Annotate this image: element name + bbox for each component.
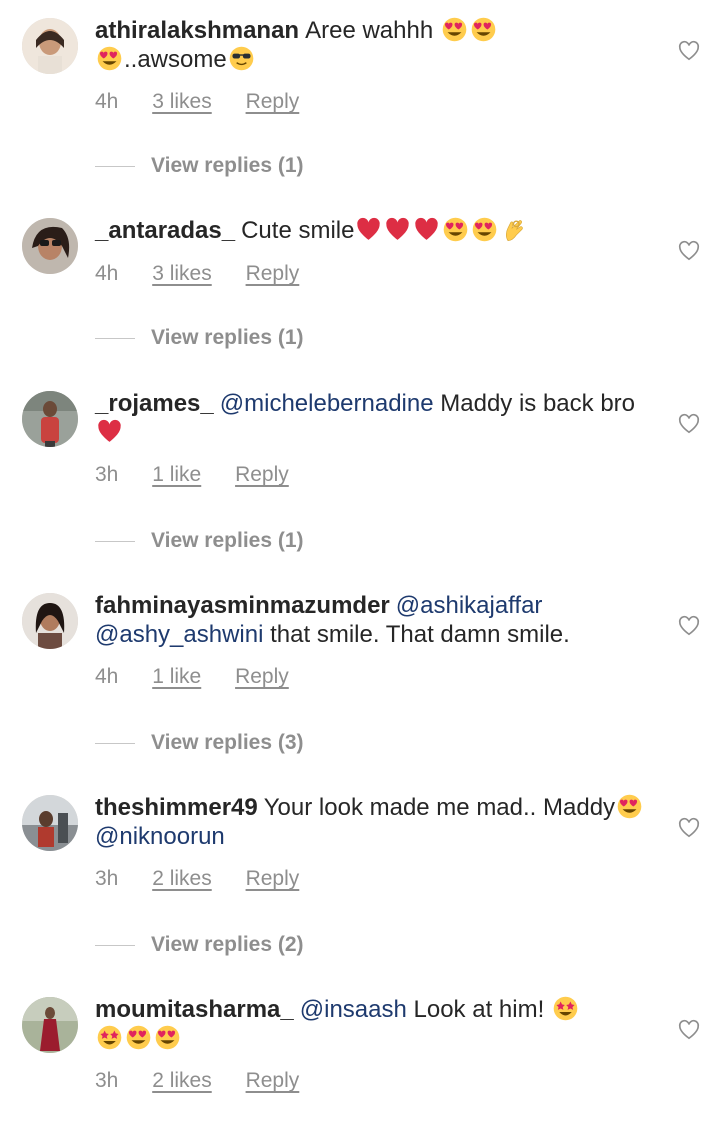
reply-button[interactable]: Reply [246, 262, 300, 285]
like-heart-icon[interactable] [678, 40, 700, 62]
like-heart-icon[interactable] [678, 413, 700, 435]
avatar-image [22, 795, 78, 851]
username[interactable]: _rojames_ [95, 390, 214, 417]
timestamp: 3h [95, 867, 119, 890]
comment-meta: 3h 1 like Reply [95, 463, 317, 487]
star-struck-emoji-icon [553, 996, 578, 1021]
divider-line [95, 165, 135, 167]
comment-text: fahminayasminmazumder @ashikajaffar @ashy… [95, 591, 655, 649]
avatar[interactable] [22, 391, 78, 447]
heart-eyes-emoji-icon [126, 1025, 151, 1050]
timestamp: 3h [95, 463, 119, 486]
heart-eyes-emoji-icon [617, 794, 642, 819]
avatar-image [22, 593, 78, 649]
comment-text: moumitasharma_ @insaash Look at him! [95, 995, 655, 1053]
view-replies-button[interactable]: View replies (2) [95, 933, 304, 957]
avatar[interactable] [22, 593, 78, 649]
view-replies-button[interactable]: View replies (1) [95, 326, 304, 350]
comment-meta: 4h 3 likes Reply [95, 90, 327, 114]
mention-link[interactable]: @insaash [300, 996, 407, 1023]
comment-body: Maddy is back bro [440, 390, 636, 417]
heart-eyes-emoji-icon [472, 217, 497, 242]
heart-eyes-emoji-icon [155, 1025, 180, 1050]
view-replies-button[interactable]: View replies (3) [95, 731, 304, 755]
likes-link[interactable]: 3 likes [152, 90, 212, 113]
comment-body: Cute smile [241, 217, 355, 244]
red-heart-emoji-icon [414, 217, 439, 242]
comment-body: Look at him! [413, 996, 545, 1023]
reply-button[interactable]: Reply [246, 90, 300, 113]
timestamp: 4h [95, 90, 119, 113]
username[interactable]: moumitasharma_ [95, 996, 294, 1023]
divider-line [95, 742, 135, 744]
timestamp: 4h [95, 665, 119, 688]
avatar[interactable] [22, 795, 78, 851]
like-heart-icon[interactable] [678, 1019, 700, 1041]
comment-text: athiralakshmanan Aree wahhh ..awsome [95, 16, 655, 74]
view-replies-label: View replies (1) [151, 154, 304, 177]
avatar-image [22, 391, 78, 447]
divider-line [95, 540, 135, 542]
avatar-image [22, 218, 78, 274]
reply-button[interactable]: Reply [246, 867, 300, 890]
divider-line [95, 337, 135, 339]
like-heart-icon[interactable] [678, 240, 700, 262]
like-heart-icon[interactable] [678, 817, 700, 839]
username[interactable]: _antaradas_ [95, 217, 235, 244]
avatar-image [22, 18, 78, 74]
sunglasses-emoji-icon [229, 46, 254, 71]
comment-meta: 4h 1 like Reply [95, 665, 317, 689]
view-replies-label: View replies (3) [151, 731, 304, 754]
comment-body-2: ..awsome [124, 46, 227, 73]
username[interactable]: fahminayasminmazumder [95, 592, 390, 619]
mention-link[interactable]: @ashikajaffar [396, 592, 543, 619]
star-struck-emoji-icon [97, 1025, 122, 1050]
red-heart-emoji-icon [385, 217, 410, 242]
avatar[interactable] [22, 997, 78, 1053]
mention-link-2[interactable]: @ashy_ashwini [95, 621, 263, 648]
like-heart-icon[interactable] [678, 615, 700, 637]
comment-body: Aree wahhh [305, 17, 434, 44]
likes-link[interactable]: 3 likes [152, 262, 212, 285]
view-replies-label: View replies (1) [151, 326, 304, 349]
likes-link[interactable]: 1 like [152, 463, 201, 486]
heart-eyes-emoji-icon [442, 17, 467, 42]
avatar[interactable] [22, 218, 78, 274]
heart-eyes-emoji-icon [97, 46, 122, 71]
likes-link[interactable]: 2 likes [152, 1069, 212, 1092]
view-replies-label: View replies (2) [151, 933, 304, 956]
username[interactable]: theshimmer49 [95, 794, 258, 821]
avatar-image [22, 997, 78, 1053]
comment-body: that smile. That damn smile. [270, 621, 570, 648]
heart-eyes-emoji-icon [443, 217, 468, 242]
mention-link[interactable]: @niknoorun [95, 823, 225, 850]
view-replies-button[interactable]: View replies (1) [95, 529, 304, 553]
comment-text: theshimmer49 Your look made me mad.. Madd… [95, 793, 655, 851]
reply-button[interactable]: Reply [235, 665, 289, 688]
comment-text: _antaradas_ Cute smile [95, 216, 655, 245]
likes-link[interactable]: 1 like [152, 665, 201, 688]
heart-eyes-emoji-icon [471, 17, 496, 42]
avatar[interactable] [22, 18, 78, 74]
comment-body: Your look made me mad.. Maddy [263, 794, 616, 821]
red-heart-emoji-icon [97, 419, 122, 444]
comment-meta: 3h 2 likes Reply [95, 867, 327, 891]
divider-line [95, 944, 135, 946]
likes-link[interactable]: 2 likes [152, 867, 212, 890]
comment-meta: 3h 2 likes Reply [95, 1069, 327, 1093]
comment-text: _rojames_ @michelebernadine Maddy is back… [95, 389, 655, 447]
timestamp: 3h [95, 1069, 119, 1092]
reply-button[interactable]: Reply [246, 1069, 300, 1092]
view-replies-button[interactable]: View replies (1) [95, 154, 304, 178]
comment-meta: 4h 3 likes Reply [95, 262, 327, 286]
username[interactable]: athiralakshmanan [95, 17, 299, 44]
reply-button[interactable]: Reply [235, 463, 289, 486]
timestamp: 4h [95, 262, 119, 285]
red-heart-emoji-icon [356, 217, 381, 242]
view-replies-label: View replies (1) [151, 529, 304, 552]
mention-link[interactable]: @michelebernadine [220, 390, 434, 417]
ok-hand-emoji-icon [501, 217, 526, 242]
